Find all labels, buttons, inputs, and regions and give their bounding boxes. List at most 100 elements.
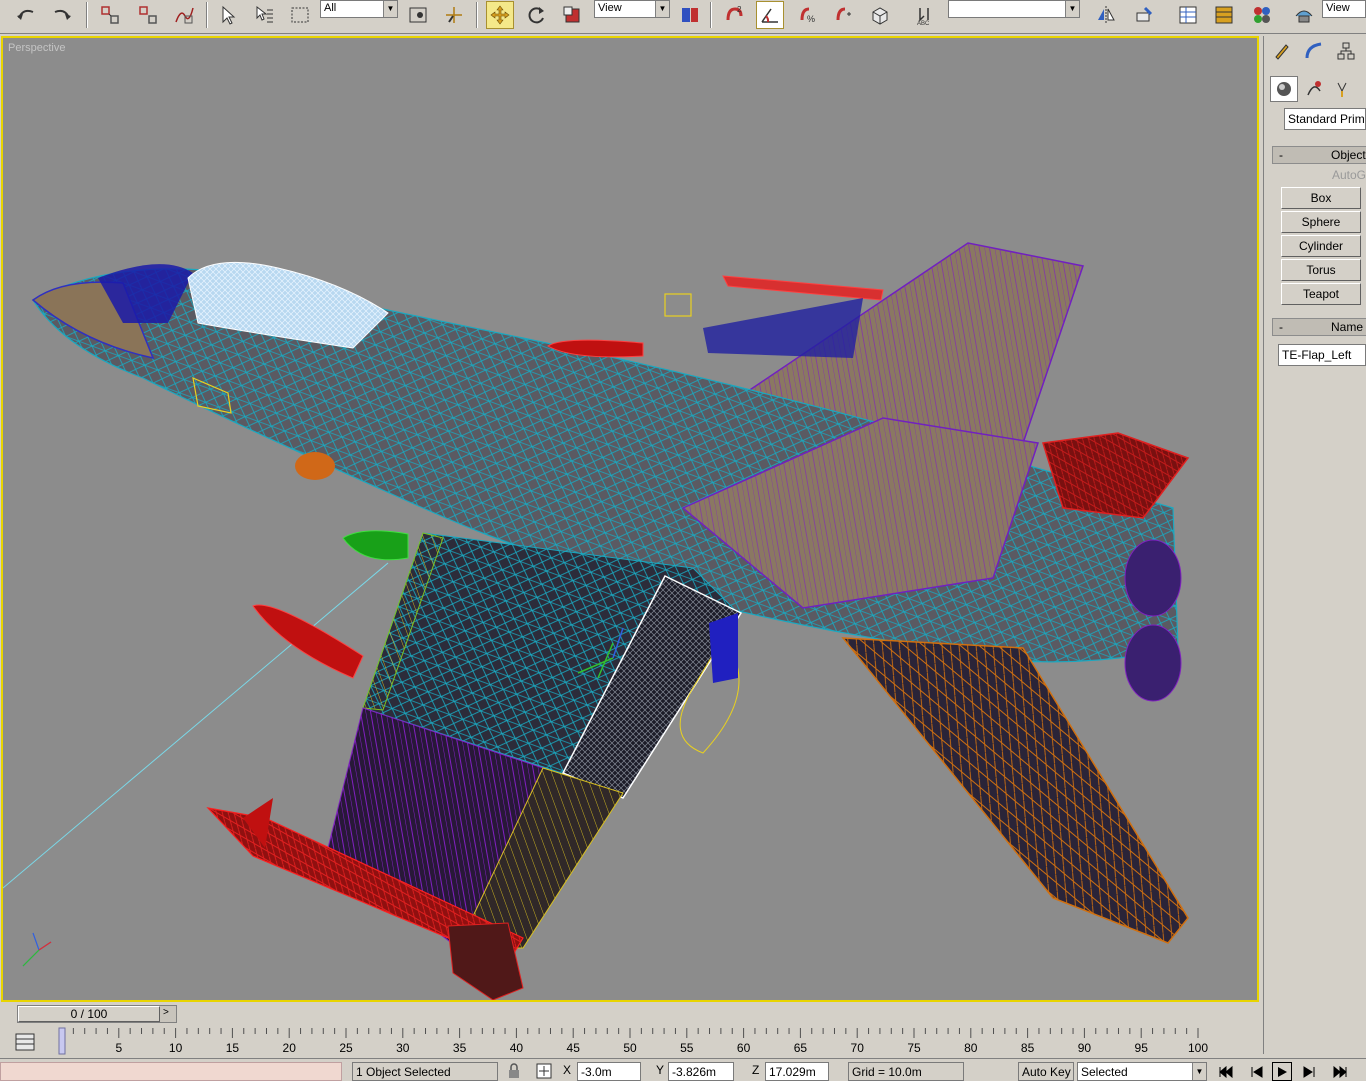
- pivot-icon[interactable]: [676, 1, 704, 29]
- lights-icon[interactable]: [1328, 76, 1356, 102]
- modify-tab-icon[interactable]: [1300, 38, 1328, 64]
- chevron-down-icon: ▼: [655, 1, 669, 17]
- box-button[interactable]: Box: [1281, 187, 1361, 209]
- bind-space-warp-icon[interactable]: [170, 1, 198, 29]
- name-color-rollout[interactable]: - Name a: [1272, 318, 1366, 336]
- viewport-label[interactable]: Perspective: [8, 42, 65, 54]
- next-frame-icon[interactable]: [1300, 1062, 1320, 1081]
- y-label: Y: [656, 1063, 665, 1077]
- reference-coord-select[interactable]: View ▼: [594, 0, 670, 18]
- shapes-icon[interactable]: [1300, 76, 1328, 102]
- grid-size: Grid = 10.0m: [848, 1062, 964, 1081]
- spinner-snap-icon[interactable]: [830, 1, 858, 29]
- object-type-rollout[interactable]: - Object: [1272, 146, 1366, 164]
- z-label: Z: [752, 1063, 760, 1077]
- timeline-tick-label: 95: [1135, 1041, 1149, 1055]
- snap-icon[interactable]: 2: [720, 1, 748, 29]
- rotate-icon[interactable]: [522, 1, 550, 29]
- timeline-tick-label: 35: [453, 1041, 467, 1055]
- chevron-down-icon: ▼: [383, 1, 397, 17]
- select-manipulate-icon[interactable]: [440, 1, 468, 29]
- timeline-tick-label: 30: [396, 1041, 410, 1055]
- timeline-tick-label: 90: [1078, 1041, 1092, 1055]
- unlink-icon[interactable]: [134, 1, 162, 29]
- angle-snap-icon[interactable]: [756, 1, 784, 29]
- timeline-tick-label: 20: [283, 1041, 297, 1055]
- percent-snap-icon[interactable]: %: [794, 1, 822, 29]
- hierarchy-tab-icon[interactable]: [1332, 38, 1360, 64]
- timeline-tick-label: 5: [115, 1041, 122, 1055]
- selection-count: 1 Object Selected: [352, 1062, 498, 1081]
- undo-icon[interactable]: [12, 1, 40, 29]
- prev-frame-icon[interactable]: [1246, 1062, 1266, 1081]
- primitive-type-select[interactable]: Standard Primi: [1284, 108, 1366, 130]
- teapot-button[interactable]: Teapot: [1281, 283, 1361, 305]
- chevron-down-icon: ▼: [1192, 1063, 1206, 1080]
- z-coord-input[interactable]: 17.029m: [765, 1062, 829, 1081]
- time-slider-thumb[interactable]: 0 / 100: [18, 1006, 160, 1022]
- select-by-name-icon[interactable]: [250, 1, 278, 29]
- material-editor-icon[interactable]: [1248, 1, 1276, 29]
- play-icon[interactable]: [1272, 1062, 1292, 1081]
- chevron-down-icon: ▼: [1065, 1, 1079, 17]
- edit-named-sel-icon[interactable]: [866, 1, 894, 29]
- lock-icon[interactable]: [506, 1062, 522, 1080]
- scale-icon[interactable]: [558, 1, 586, 29]
- key-filter-select[interactable]: Selected ▼: [1077, 1062, 1207, 1081]
- timeline-tick-label: 50: [623, 1041, 637, 1055]
- svg-text:2: 2: [737, 5, 742, 14]
- timeline-tick-label: 100: [1188, 1041, 1208, 1055]
- geometry-icon[interactable]: [1270, 76, 1298, 102]
- autogrid-checkbox[interactable]: AutoG: [1332, 168, 1366, 182]
- timeline-tick-label: 60: [737, 1041, 751, 1055]
- selection-filter-select[interactable]: All ▼: [320, 0, 398, 18]
- x-coord-input[interactable]: -3.0m: [577, 1062, 641, 1081]
- timeline-tick-label: 75: [907, 1041, 921, 1055]
- named-selection-select[interactable]: ▼: [948, 0, 1080, 18]
- trackbar[interactable]: 5 10 15 20 25 30 35 40 45 50 55 60 65 70 75 80 85 90 95 100: [0, 1024, 1262, 1058]
- maxscript-listener[interactable]: [0, 1062, 342, 1081]
- time-slider[interactable]: 0 / 100 >: [17, 1005, 177, 1023]
- timeline-tick-label: 65: [794, 1041, 808, 1055]
- status-bar: 1 Object Selected X -3.0m Y -3.826m Z 17…: [0, 1058, 1366, 1081]
- x-label: X: [563, 1063, 572, 1077]
- mirror-icon[interactable]: [1092, 1, 1120, 29]
- aircraft-wireframe-scene: [3, 242, 1190, 1000]
- align-icon[interactable]: [1130, 1, 1158, 29]
- pivot-select[interactable]: View: [1322, 0, 1366, 18]
- timeline-cursor[interactable]: [58, 1027, 66, 1055]
- window-crossing-icon[interactable]: [404, 1, 432, 29]
- curve-editor-icon[interactable]: [1210, 1, 1238, 29]
- timeline-tick-label: 15: [226, 1041, 240, 1055]
- timeline-tick-label: 85: [1021, 1041, 1035, 1055]
- rect-region-icon[interactable]: [286, 1, 314, 29]
- timeline-tick-label: 80: [964, 1041, 978, 1055]
- y-coord-input[interactable]: -3.826m: [668, 1062, 734, 1081]
- auto-key-button[interactable]: Auto Key: [1018, 1062, 1074, 1081]
- select-link-icon[interactable]: [96, 1, 124, 29]
- chevron-right-icon[interactable]: >: [163, 1007, 169, 1018]
- absolute-mode-icon[interactable]: [536, 1062, 552, 1080]
- timeline-tick-label: 55: [680, 1041, 694, 1055]
- redo-icon[interactable]: [48, 1, 76, 29]
- cylinder-button[interactable]: Cylinder: [1281, 235, 1361, 257]
- sphere-button[interactable]: Sphere: [1281, 211, 1361, 233]
- move-icon[interactable]: [486, 1, 514, 29]
- object-name-input[interactable]: TE-Flap_Left: [1278, 344, 1366, 366]
- timeline-tick-label: 10: [169, 1041, 183, 1055]
- abc-icon[interactable]: ABC: [910, 1, 938, 29]
- svg-text:ABC: ABC: [917, 21, 930, 26]
- layer-manager-icon[interactable]: [1174, 1, 1202, 29]
- timeline-tick-label: 70: [851, 1041, 865, 1055]
- svg-text:%: %: [807, 14, 815, 24]
- render-scene-icon[interactable]: [1290, 1, 1318, 29]
- goto-end-icon[interactable]: [1330, 1062, 1350, 1081]
- select-object-icon[interactable]: [214, 1, 242, 29]
- torus-button[interactable]: Torus: [1281, 259, 1361, 281]
- perspective-viewport[interactable]: Perspective: [1, 36, 1259, 1002]
- create-tab-icon[interactable]: [1268, 38, 1296, 64]
- main-toolbar: All ▼ View ▼ 2 % ABC ▼ View: [0, 0, 1366, 34]
- goto-start-icon[interactable]: [1216, 1062, 1236, 1081]
- timeline-ruler: 5 10 15 20 25 30 35 40 45 50 55 60 65 70 75 80 85 90 95 100: [58, 1027, 1208, 1055]
- command-panel: Standard Primi - Object AutoG Box Sphere…: [1263, 36, 1366, 1054]
